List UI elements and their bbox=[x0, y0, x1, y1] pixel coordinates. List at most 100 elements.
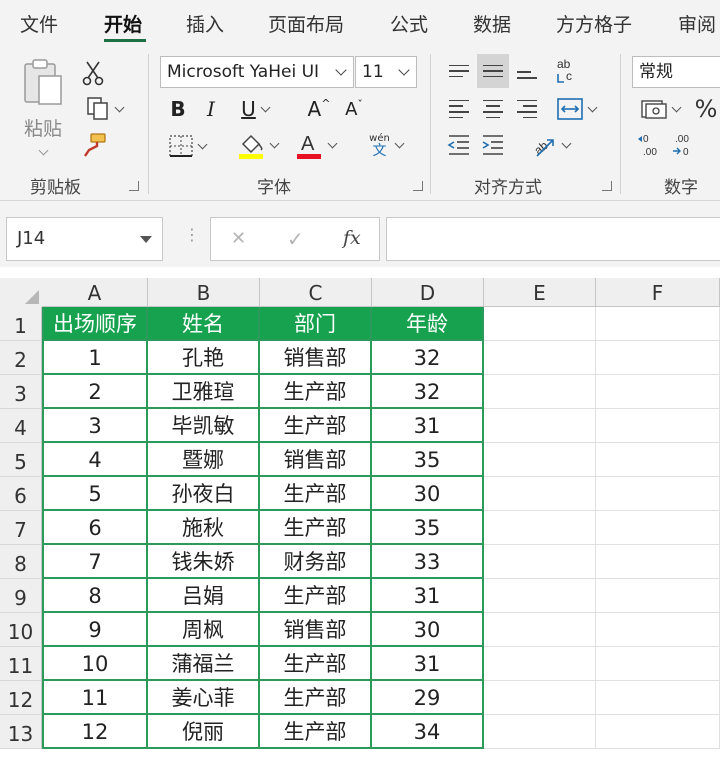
cell-d13[interactable]: 34 bbox=[372, 715, 484, 749]
cell-d10[interactable]: 30 bbox=[372, 613, 484, 647]
borders-button[interactable] bbox=[162, 130, 212, 162]
insert-function-icon[interactable]: fx bbox=[343, 227, 361, 249]
row-header-4[interactable]: 4 bbox=[0, 409, 42, 443]
cell-a1[interactable]: 出场顺序 bbox=[42, 307, 148, 341]
percent-style-button[interactable]: % bbox=[692, 92, 720, 126]
font-name-dropdown[interactable]: Microsoft YaHei UI bbox=[160, 56, 354, 88]
paste-dropdown-icon[interactable] bbox=[38, 145, 48, 156]
cell-a7[interactable]: 6 bbox=[42, 511, 148, 545]
tab-home[interactable]: 开始 bbox=[104, 10, 142, 37]
copy-dropdown-icon[interactable] bbox=[114, 102, 124, 112]
row-header-5[interactable]: 5 bbox=[0, 443, 42, 477]
cell-e1[interactable] bbox=[484, 307, 596, 341]
cell-e10[interactable] bbox=[484, 613, 596, 647]
underline-button[interactable]: U bbox=[232, 94, 278, 124]
cell-f1[interactable] bbox=[596, 307, 720, 341]
row-header-11[interactable]: 11 bbox=[0, 647, 42, 681]
fill-color-dropdown-icon[interactable] bbox=[269, 138, 279, 148]
column-header-c[interactable]: C bbox=[260, 278, 372, 307]
row-header-9[interactable]: 9 bbox=[0, 579, 42, 613]
cancel-icon[interactable]: ✕ bbox=[231, 228, 246, 249]
cell-f3[interactable] bbox=[596, 375, 720, 409]
cell-e11[interactable] bbox=[484, 647, 596, 681]
more-options-icon[interactable]: ⋮ bbox=[184, 225, 200, 244]
orientation-dropdown-icon[interactable] bbox=[561, 138, 571, 148]
accounting-dropdown-icon[interactable] bbox=[671, 102, 681, 112]
merge-center-button[interactable] bbox=[550, 92, 602, 126]
enter-icon[interactable]: ✓ bbox=[287, 227, 304, 251]
cell-b6[interactable]: 孙夜白 bbox=[148, 477, 260, 511]
formula-input[interactable] bbox=[386, 217, 720, 261]
cell-b3[interactable]: 卫雅瑄 bbox=[148, 375, 260, 409]
cell-c2[interactable]: 销售部 bbox=[260, 341, 372, 375]
cell-d4[interactable]: 31 bbox=[372, 409, 484, 443]
cell-d3[interactable]: 32 bbox=[372, 375, 484, 409]
align-left-button[interactable] bbox=[446, 94, 472, 124]
cell-e7[interactable] bbox=[484, 511, 596, 545]
cell-e3[interactable] bbox=[484, 375, 596, 409]
cell-c4[interactable]: 生产部 bbox=[260, 409, 372, 443]
clipboard-launcher-icon[interactable] bbox=[129, 181, 139, 191]
cell-e8[interactable] bbox=[484, 545, 596, 579]
orientation-button[interactable]: ab bbox=[526, 128, 574, 162]
cell-c6[interactable]: 生产部 bbox=[260, 477, 372, 511]
phonetic-guide-button[interactable]: wén 文 bbox=[360, 128, 412, 162]
cell-b9[interactable]: 吕娟 bbox=[148, 579, 260, 613]
bold-button[interactable]: B bbox=[165, 94, 191, 124]
cell-b5[interactable]: 暨娜 bbox=[148, 443, 260, 477]
align-center-button[interactable] bbox=[480, 94, 506, 124]
row-header-3[interactable]: 3 bbox=[0, 375, 42, 409]
number-format-dropdown[interactable]: 常规 bbox=[632, 56, 720, 88]
format-painter-button[interactable] bbox=[80, 130, 108, 160]
cell-a13[interactable]: 12 bbox=[42, 715, 148, 749]
cell-a8[interactable]: 7 bbox=[42, 545, 148, 579]
cell-c1[interactable]: 部门 bbox=[260, 307, 372, 341]
row-header-7[interactable]: 7 bbox=[0, 511, 42, 545]
cell-d6[interactable]: 30 bbox=[372, 477, 484, 511]
cell-d7[interactable]: 35 bbox=[372, 511, 484, 545]
cell-e12[interactable] bbox=[484, 681, 596, 715]
cell-d8[interactable]: 33 bbox=[372, 545, 484, 579]
cell-a5[interactable]: 4 bbox=[42, 443, 148, 477]
cell-f7[interactable] bbox=[596, 511, 720, 545]
cell-b12[interactable]: 姜心菲 bbox=[148, 681, 260, 715]
cell-c12[interactable]: 生产部 bbox=[260, 681, 372, 715]
font-color-button[interactable]: A bbox=[290, 128, 340, 162]
row-header-10[interactable]: 10 bbox=[0, 613, 42, 647]
alignment-launcher-icon[interactable] bbox=[602, 181, 612, 191]
phonetic-dropdown-icon[interactable] bbox=[394, 138, 405, 148]
cell-b11[interactable]: 蒲福兰 bbox=[148, 647, 260, 681]
cell-c7[interactable]: 生产部 bbox=[260, 511, 372, 545]
increase-decimal-button[interactable]: 0 .00 bbox=[636, 130, 664, 160]
cell-a11[interactable]: 10 bbox=[42, 647, 148, 681]
cell-b1[interactable]: 姓名 bbox=[148, 307, 260, 341]
row-header-13[interactable]: 13 bbox=[0, 715, 42, 749]
cell-b4[interactable]: 毕凯敏 bbox=[148, 409, 260, 443]
cell-d9[interactable]: 31 bbox=[372, 579, 484, 613]
tab-insert[interactable]: 插入 bbox=[186, 10, 224, 37]
cell-d1[interactable]: 年龄 bbox=[372, 307, 484, 341]
cell-f9[interactable] bbox=[596, 579, 720, 613]
cell-b13[interactable]: 倪丽 bbox=[148, 715, 260, 749]
tab-formulas[interactable]: 公式 bbox=[390, 10, 428, 37]
column-header-d[interactable]: D bbox=[372, 278, 484, 307]
cell-b7[interactable]: 施秋 bbox=[148, 511, 260, 545]
align-middle-button[interactable] bbox=[477, 54, 509, 88]
paste-button[interactable]: 粘贴 bbox=[18, 58, 68, 168]
cell-a9[interactable]: 8 bbox=[42, 579, 148, 613]
fill-color-button[interactable] bbox=[232, 128, 282, 162]
cell-f5[interactable] bbox=[596, 443, 720, 477]
tab-data[interactable]: 数据 bbox=[473, 10, 511, 37]
cell-f13[interactable] bbox=[596, 715, 720, 749]
cell-a6[interactable]: 5 bbox=[42, 477, 148, 511]
cell-c13[interactable]: 生产部 bbox=[260, 715, 372, 749]
cell-c11[interactable]: 生产部 bbox=[260, 647, 372, 681]
cell-a2[interactable]: 1 bbox=[42, 341, 148, 375]
name-box-dropdown-icon[interactable] bbox=[140, 236, 152, 243]
cell-f10[interactable] bbox=[596, 613, 720, 647]
italic-button[interactable]: I bbox=[198, 94, 224, 124]
row-header-12[interactable]: 12 bbox=[0, 681, 42, 715]
select-all-button[interactable] bbox=[0, 278, 43, 308]
merge-dropdown-icon[interactable] bbox=[587, 102, 597, 112]
align-bottom-button[interactable] bbox=[514, 56, 540, 86]
